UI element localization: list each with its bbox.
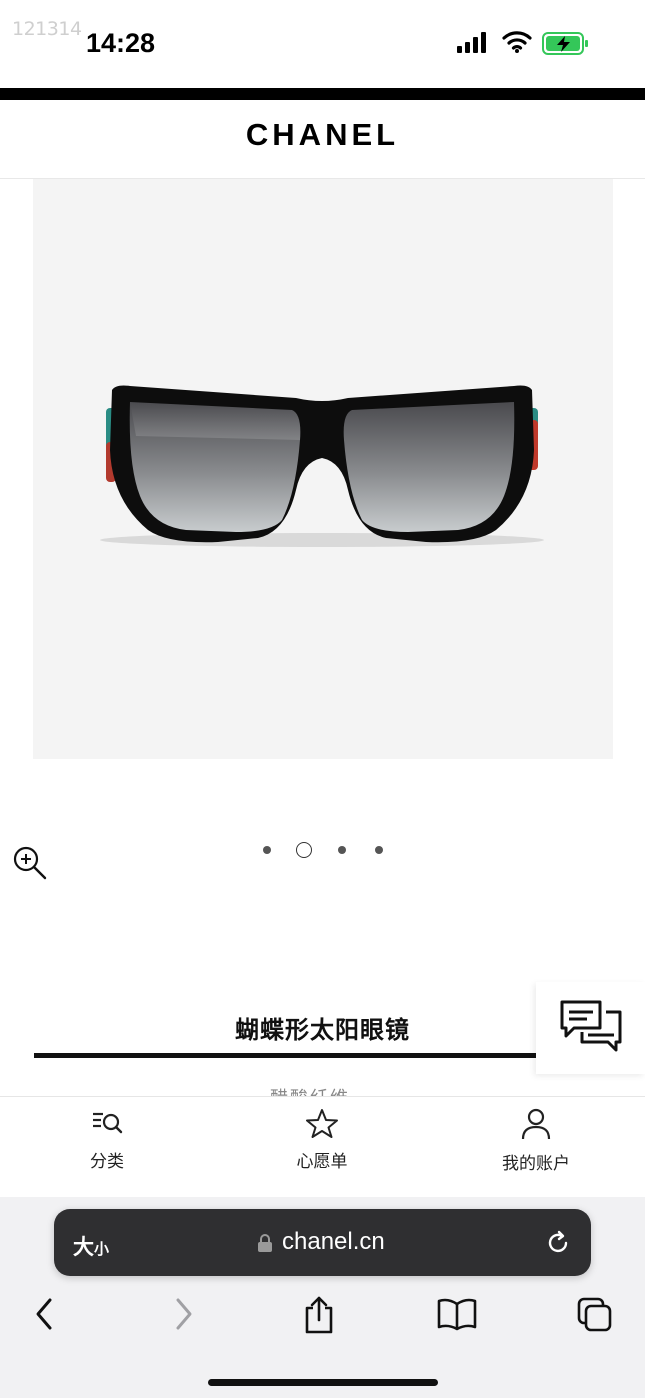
tabs-icon[interactable]	[576, 1296, 614, 1334]
nav-item-category[interactable]: 分类	[32, 1108, 182, 1172]
star-icon	[306, 1109, 338, 1138]
title-underline	[34, 1053, 544, 1058]
url-text[interactable]: chanel.cn	[282, 1228, 385, 1256]
brand-logo[interactable]: CHANEL	[0, 117, 645, 153]
back-icon[interactable]	[30, 1296, 58, 1332]
nav-item-account[interactable]: 我的账户	[461, 1108, 611, 1174]
watermark: 121314	[12, 18, 82, 40]
bookmarks-icon[interactable]	[436, 1296, 478, 1332]
home-indicator	[208, 1379, 438, 1386]
zoom-in-icon[interactable]	[12, 845, 48, 881]
share-icon[interactable]	[302, 1296, 336, 1336]
forward-icon[interactable]	[170, 1296, 198, 1332]
cellular-signal-icon	[457, 32, 486, 53]
nav-item-wishlist[interactable]: 心愿单	[247, 1108, 397, 1172]
reload-icon[interactable]	[544, 1229, 572, 1257]
text-size-button[interactable]: 大小	[73, 1231, 109, 1261]
lock-icon	[258, 1234, 272, 1252]
carousel-dots	[255, 838, 390, 862]
nav-label-category: 分类	[90, 1152, 124, 1171]
text-size-small-label: 小	[94, 1241, 110, 1258]
user-icon	[521, 1108, 551, 1140]
chat-icon	[560, 1000, 622, 1052]
carousel-dot[interactable]	[375, 846, 383, 854]
battery-charging-icon	[542, 32, 588, 55]
wifi-icon	[502, 31, 532, 53]
carousel-dot-active[interactable]	[296, 842, 312, 858]
carousel-dot[interactable]	[263, 846, 271, 854]
product-image	[100, 385, 544, 547]
carousel-dot[interactable]	[338, 846, 346, 854]
nav-label-wishlist: 心愿单	[296, 1152, 348, 1171]
top-banner-bar	[0, 88, 645, 100]
nav-label-account: 我的账户	[502, 1154, 570, 1173]
status-time: 14:28	[86, 28, 156, 58]
product-subtitle: 醋酸纤维	[270, 1084, 350, 1096]
text-size-big-label: 大	[73, 1236, 94, 1259]
category-search-icon	[93, 1112, 123, 1134]
